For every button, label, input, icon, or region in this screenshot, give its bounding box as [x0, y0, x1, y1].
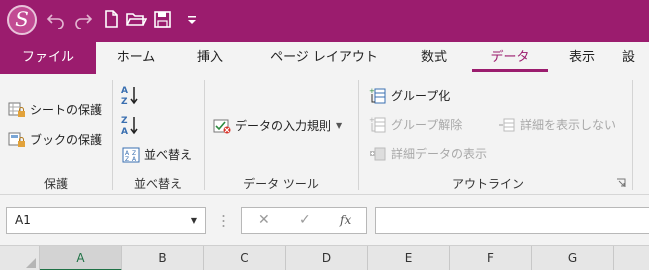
group-label-protect: 保護	[43, 177, 68, 191]
customize-dropdown-icon[interactable]	[181, 9, 196, 29]
protect-sheet-label: シートの保護	[30, 103, 103, 117]
app-logo[interactable]: S	[7, 5, 37, 35]
svg-text:Z: Z	[121, 97, 128, 106]
group-divider	[632, 80, 633, 190]
column-headers: A B C D E F G	[0, 245, 649, 270]
tab-settings[interactable]: 設	[622, 42, 649, 74]
svg-text:Z: Z	[121, 116, 128, 126]
formula-bar: A1 ▼ ✕ ✓ fx	[0, 195, 649, 245]
data-validation-icon	[213, 119, 231, 134]
group-label-outline: アウトライン	[451, 177, 524, 191]
column-header-e[interactable]: E	[368, 246, 450, 270]
column-header-a[interactable]: A	[40, 246, 122, 270]
tab-data[interactable]: データ	[472, 42, 548, 74]
group-label-sort: 並べ替え	[133, 177, 182, 191]
ribbon-tabs: ファイル ホーム 挿入 ページ レイアウト 数式 データ 表示 設	[0, 42, 649, 74]
book-protect-icon	[8, 132, 25, 147]
open-folder-icon[interactable]	[125, 9, 148, 29]
group-rows-icon: +	[369, 87, 386, 104]
chevron-down-icon: ▼	[336, 121, 343, 130]
column-header-d[interactable]: D	[286, 246, 368, 270]
select-all-button[interactable]	[0, 246, 40, 270]
redo-icon[interactable]	[72, 9, 94, 30]
protect-book-button[interactable]: ブックの保護	[8, 129, 102, 151]
tab-file[interactable]: ファイル	[0, 42, 96, 74]
hide-detail-label: 詳細を表示しない	[520, 118, 617, 132]
svg-text:+: +	[369, 116, 375, 124]
tab-view[interactable]: 表示	[558, 42, 606, 74]
data-validation-label: データの入力規則	[235, 119, 332, 133]
column-header-partial[interactable]	[614, 246, 649, 270]
group-divider	[112, 80, 113, 190]
name-box-value: A1	[15, 213, 31, 227]
data-validation-button[interactable]: データの入力規則 ▼	[213, 115, 342, 137]
tab-home[interactable]: ホーム	[112, 42, 160, 74]
sort-descending-button[interactable]: ZA	[121, 114, 143, 136]
sheet-protect-icon	[8, 102, 25, 117]
formula-input[interactable]	[375, 207, 649, 234]
enter-icon[interactable]: ✓	[299, 208, 311, 233]
chevron-down-icon[interactable]: ▼	[191, 208, 197, 233]
hide-detail-icon	[499, 118, 515, 132]
new-file-icon[interactable]	[100, 9, 122, 29]
column-header-f[interactable]: F	[450, 246, 532, 270]
grip-handle-icon[interactable]	[222, 213, 225, 229]
svg-text:+: +	[369, 87, 375, 95]
name-box[interactable]: A1 ▼	[6, 207, 206, 234]
tab-page-layout[interactable]: ページ レイアウト	[268, 42, 380, 74]
sort-ascending-button[interactable]: AZ	[121, 84, 143, 106]
protect-sheet-button[interactable]: シートの保護	[8, 99, 102, 121]
undo-icon[interactable]	[45, 9, 67, 30]
column-header-g[interactable]: G	[532, 246, 614, 270]
sort-label: 並べ替え	[144, 148, 193, 162]
title-bar: S	[0, 0, 649, 42]
ribbon-data: シートの保護 ブックの保護 保護 AZ ZA AZZA 並べ替え 並べ替え デー…	[0, 74, 649, 195]
show-detail-button[interactable]: 詳細データの表示	[369, 143, 487, 165]
sort-za-icon: ZA	[121, 116, 138, 136]
sort-dialog-icon: AZZA	[122, 147, 140, 163]
tab-insert[interactable]: 挿入	[190, 42, 230, 74]
group-divider	[204, 80, 205, 190]
formula-buttons: ✕ ✓ fx	[241, 207, 367, 234]
ungroup-rows-icon: +	[369, 116, 386, 133]
show-detail-icon	[370, 147, 386, 161]
group-label: グループ化	[391, 89, 451, 103]
ungroup-label: グループ解除	[391, 118, 463, 132]
svg-text:Z: Z	[125, 156, 129, 163]
column-header-b[interactable]: B	[122, 246, 204, 270]
sort-button[interactable]: AZZA 並べ替え	[122, 144, 192, 166]
save-icon[interactable]	[152, 9, 174, 29]
hide-detail-button[interactable]: 詳細を表示しない	[498, 114, 616, 136]
tab-formulas[interactable]: 数式	[412, 42, 456, 74]
cancel-icon[interactable]: ✕	[258, 208, 270, 233]
column-header-c[interactable]: C	[204, 246, 286, 270]
insert-function-icon[interactable]: fx	[340, 208, 351, 233]
sort-az-icon: AZ	[121, 86, 138, 106]
ungroup-button[interactable]: + グループ解除	[369, 114, 462, 136]
dialog-launcher-icon[interactable]	[616, 178, 626, 188]
svg-text:A: A	[121, 127, 128, 136]
group-divider	[358, 80, 359, 190]
protect-book-label: ブックの保護	[30, 133, 103, 147]
svg-text:A: A	[121, 86, 128, 96]
group-label-data-tools: データ ツール	[243, 177, 319, 191]
show-detail-label: 詳細データの表示	[391, 147, 488, 161]
group-button[interactable]: + グループ化	[369, 85, 450, 107]
